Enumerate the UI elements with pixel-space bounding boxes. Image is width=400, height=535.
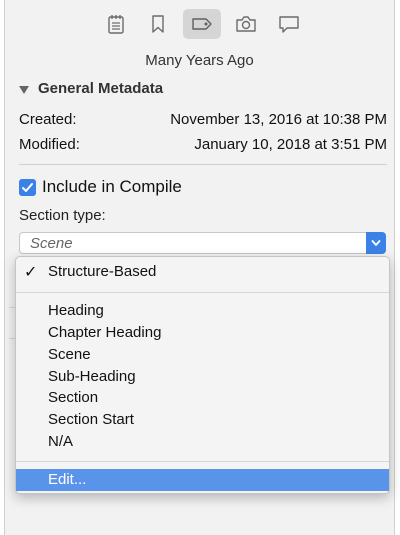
- menu-item-label: Sub-Heading: [48, 368, 136, 385]
- menu-item-label: Scene: [48, 346, 91, 363]
- menu-item-na[interactable]: N/A: [16, 431, 389, 453]
- created-label: Created:: [19, 111, 77, 128]
- include-in-compile-label: Include in Compile: [42, 177, 182, 196]
- menu-item-structure-based[interactable]: ✓ Structure-Based: [16, 261, 389, 283]
- section-type-label: Section type:: [19, 207, 106, 224]
- menu-separator: [16, 292, 389, 293]
- created-value: November 13, 2016 at 10:38 PM: [170, 111, 387, 128]
- menu-item-label: Edit...: [48, 471, 87, 488]
- checkmark-icon: ✓: [24, 264, 38, 281]
- menu-item-label: Section: [48, 389, 99, 406]
- document-title: Many Years Ago: [145, 52, 254, 69]
- inspector-toolbar: [5, 0, 394, 48]
- divider: [19, 164, 387, 165]
- metadata-button[interactable]: [183, 9, 221, 39]
- general-metadata-heading: General Metadata: [38, 80, 164, 97]
- menu-item-scene[interactable]: Scene: [16, 344, 389, 366]
- section-type-value: Scene: [30, 235, 73, 252]
- menu-separator: [16, 461, 389, 462]
- bookmarks-button[interactable]: [139, 9, 177, 39]
- notes-button[interactable]: [97, 9, 135, 39]
- metadata-tag-icon: [191, 16, 213, 32]
- menu-item-label: Heading: [48, 302, 104, 319]
- section-type-popup[interactable]: Scene: [19, 232, 386, 254]
- comments-button[interactable]: [270, 9, 308, 39]
- modified-label: Modified:: [19, 136, 80, 153]
- chevron-down-icon[interactable]: [366, 232, 386, 254]
- general-metadata-header[interactable]: General Metadata: [19, 80, 163, 97]
- menu-item-heading[interactable]: Heading: [16, 300, 389, 322]
- bookmark-icon: [151, 14, 165, 34]
- notes-icon: [107, 14, 125, 34]
- checkbox-checked-icon[interactable]: [19, 178, 36, 196]
- menu-item-edit[interactable]: Edit...: [16, 469, 389, 491]
- menu-item-label: Chapter Heading: [48, 324, 162, 341]
- menu-item-chapter-heading[interactable]: Chapter Heading: [16, 322, 389, 344]
- comments-icon: [278, 15, 300, 33]
- snapshots-button[interactable]: [227, 9, 265, 39]
- menu-item-sub-heading[interactable]: Sub-Heading: [16, 366, 389, 388]
- include-in-compile-checkbox[interactable]: Include in Compile: [19, 177, 182, 197]
- menu-item-section-start[interactable]: Section Start: [16, 409, 389, 431]
- menu-item-label: Section Start: [48, 411, 134, 428]
- snapshot-camera-icon: [235, 15, 257, 33]
- menu-item-label: N/A: [48, 433, 74, 450]
- menu-item-label: Structure-Based: [48, 263, 157, 280]
- modified-value: January 10, 2018 at 3:51 PM: [194, 136, 387, 153]
- menu-item-section[interactable]: Section: [16, 387, 389, 409]
- section-type-dropdown-menu: ✓ Structure-Based Heading Chapter Headin…: [15, 256, 390, 494]
- disclosure-triangle-icon[interactable]: [19, 85, 29, 94]
